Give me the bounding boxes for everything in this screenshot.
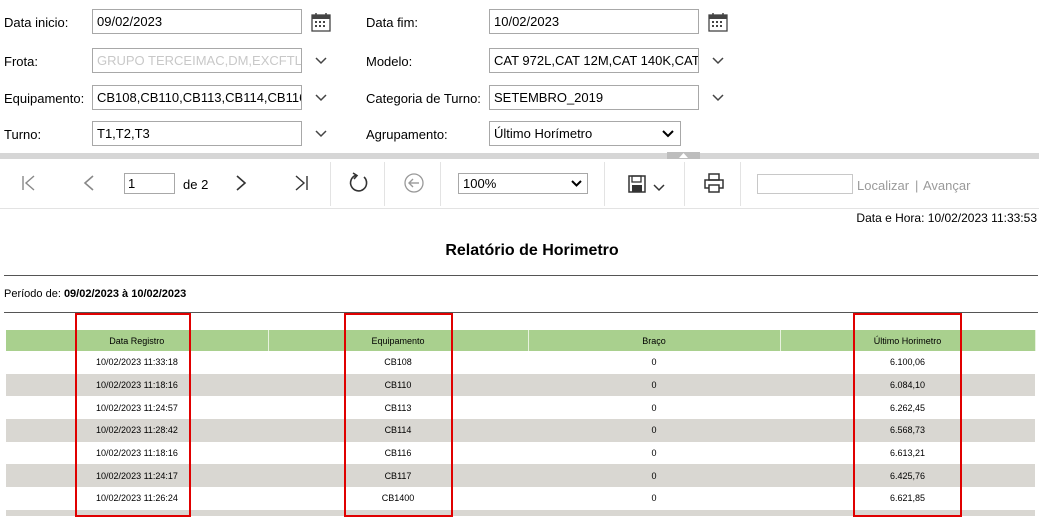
report-timestamp: Data e Hora: 10/02/2023 11:33:53: [856, 211, 1037, 225]
back-arrow-icon: [404, 173, 424, 193]
braco-cell: 0: [528, 373, 780, 397]
print-icon: [704, 173, 724, 193]
zoom-value: 100%: [463, 176, 497, 191]
find-link[interactable]: Localizar: [857, 178, 909, 193]
equipamento-select[interactable]: CB108,CB110,CB113,CB114,CB116,: [92, 85, 302, 110]
chevron-down-icon[interactable]: [711, 93, 725, 103]
refresh-button[interactable]: [346, 171, 370, 195]
toolbar-divider: [740, 162, 741, 206]
find-separator: |: [915, 178, 919, 193]
calendar-icon[interactable]: [311, 12, 331, 32]
braco-cell: 0: [651, 448, 657, 459]
save-icon: [628, 175, 646, 193]
period-value: 09/02/2023 à 10/02/2023: [63, 288, 187, 300]
braco-cell: 0: [651, 402, 657, 413]
column-header[interactable]: Braço: [528, 330, 781, 351]
calendar-icon[interactable]: [708, 12, 728, 32]
toolbar-divider: [684, 162, 685, 206]
partial-cell: [528, 509, 780, 516]
page-number-input[interactable]: [124, 173, 175, 194]
highlight-box-equipamento: [344, 313, 453, 517]
chevron-down-icon[interactable]: [314, 93, 328, 103]
data-fim-input[interactable]: 10/02/2023: [489, 9, 699, 34]
title-divider: [4, 275, 1038, 276]
agrupamento-label: Agrupamento:: [366, 127, 448, 142]
chevron-down-icon: [653, 184, 665, 192]
report-parameters-panel: Data inicio: 09/02/2023 Data fim: 10/02/…: [0, 0, 1039, 155]
chevron-left-icon: [83, 175, 94, 191]
agrupamento-select[interactable]: Último Horímetro: [489, 121, 681, 146]
zoom-select[interactable]: 100%: [458, 173, 588, 194]
find-next-link[interactable]: Avançar: [923, 178, 970, 193]
turno-select[interactable]: T1,T2,T3: [92, 121, 302, 146]
collapse-parameters-handle[interactable]: [667, 152, 700, 159]
refresh-icon: [349, 172, 368, 192]
data-fim-label: Data fim:: [366, 15, 419, 30]
period-line: Período de: 09/02/2023 à 10/02/2023: [4, 288, 186, 300]
chevron-down-icon[interactable]: [314, 56, 328, 66]
select-arrow-icon: [662, 130, 674, 138]
next-page-button[interactable]: [230, 172, 252, 194]
toolbar-divider: [384, 162, 385, 206]
report-title: Relatório de Horimetro: [445, 242, 619, 259]
chevron-up-icon: [679, 153, 688, 158]
equipamento-label: Equipamento:: [4, 91, 85, 106]
modelo-select[interactable]: CAT 972L,CAT 12M,CAT 140K,CAT: [489, 48, 699, 73]
chevron-right-icon: [236, 175, 247, 191]
agrupamento-value: Último Horímetro: [494, 126, 593, 141]
last-page-button[interactable]: [290, 172, 312, 194]
previous-page-button[interactable]: [78, 172, 100, 194]
braco-cell: 0: [528, 464, 780, 488]
braco-cell: 0: [651, 493, 657, 504]
find-input[interactable]: [757, 174, 853, 194]
turno-label: Turno:: [4, 127, 42, 142]
back-to-parent-button[interactable]: [402, 171, 426, 195]
braco-cell: 0: [651, 357, 657, 368]
frota-label: Frota:: [4, 54, 38, 69]
data-inicio-input[interactable]: 09/02/2023: [92, 9, 302, 34]
last-page-icon: [295, 175, 308, 191]
period-label: Período de:: [4, 288, 61, 300]
export-button[interactable]: [624, 171, 668, 197]
print-button[interactable]: [702, 171, 726, 195]
categoria-turno-select[interactable]: SETEMBRO_2019: [489, 85, 699, 110]
modelo-label: Modelo:: [366, 54, 413, 69]
chevron-down-icon[interactable]: [711, 56, 725, 66]
first-page-icon: [22, 175, 35, 191]
toolbar-divider: [330, 162, 331, 206]
first-page-button[interactable]: [18, 172, 40, 194]
toolbar-divider: [604, 162, 605, 206]
categoria-turno-label: Categoria de Turno:: [366, 91, 481, 106]
frota-select[interactable]: GRUPO TERCEIMAC,DM,EXCFTL,C: [92, 48, 302, 73]
page-count-label: de 2: [183, 177, 209, 192]
highlight-box-ultimo-horimetro: [853, 313, 962, 517]
highlight-box-data-registro: [75, 313, 191, 517]
data-inicio-label: Data inicio:: [4, 15, 69, 30]
braco-cell: 0: [528, 419, 780, 442]
select-arrow-icon: [571, 180, 582, 187]
toolbar-divider: [440, 162, 441, 206]
chevron-down-icon[interactable]: [314, 129, 328, 139]
